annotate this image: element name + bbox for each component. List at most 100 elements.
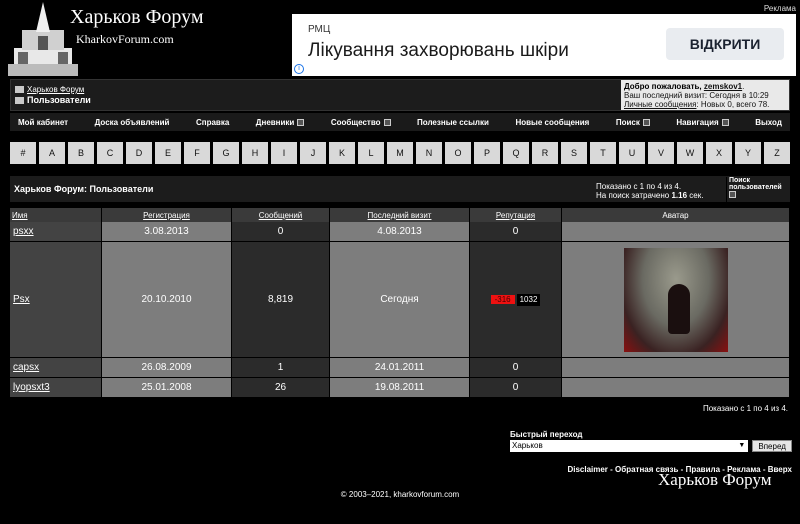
letter-link[interactable]: S <box>561 142 587 164</box>
letter-link[interactable]: X <box>706 142 732 164</box>
menu-community[interactable]: Сообщество <box>331 118 391 127</box>
ad-corner-label: Реклама <box>763 4 796 13</box>
ad-banner[interactable]: РМЦ Лікування захворювань шкіри ВІДКРИТИ… <box>292 14 796 76</box>
letter-link[interactable]: N <box>416 142 442 164</box>
page-title: Харьков Форум: Пользователи <box>14 184 154 194</box>
quick-jump-selected: Харьков <box>512 441 543 450</box>
pm-stats: : Новых 0, всего 78. <box>696 100 770 109</box>
ad-title[interactable]: Лікування захворювань шкіри <box>308 40 569 62</box>
private-messages-link[interactable]: Личные сообщения <box>624 100 696 109</box>
username-link[interactable]: zemskov1 <box>704 82 742 91</box>
menu-navigation[interactable]: Навигация <box>676 118 729 127</box>
reputation: 0 <box>470 222 562 242</box>
results-info: Показано с 1 по 4 из 4. На поиск затраче… <box>596 182 703 200</box>
folder-open-icon <box>15 96 24 104</box>
results-count-bottom: Показано с 1 по 4 из 4. <box>702 404 788 413</box>
breadcrumb: Харьков Форум Пользователи <box>15 85 91 105</box>
quick-jump-go-button[interactable]: Вперед <box>752 440 792 452</box>
menu-new-posts[interactable]: Новые сообщения <box>515 118 589 127</box>
letter-link[interactable]: Z <box>764 142 790 164</box>
header-last-visit[interactable]: Последний визит <box>330 208 470 222</box>
menu-classifieds[interactable]: Доска объявлений <box>95 118 170 127</box>
search-time-prefix: На поиск затрачено <box>596 191 672 200</box>
member-name-link[interactable]: psxx <box>10 222 102 242</box>
letter-link[interactable]: L <box>358 142 384 164</box>
search-time-suffix: сек. <box>687 191 704 200</box>
dropdown-icon <box>297 118 305 126</box>
letter-link[interactable]: C <box>97 142 123 164</box>
letter-link[interactable]: Y <box>735 142 761 164</box>
menu-diaries[interactable]: Дневники <box>256 118 305 127</box>
last-visit: 4.08.2013 <box>330 222 470 242</box>
member-name-link[interactable]: lyopsxt3 <box>10 378 102 398</box>
letter-link[interactable]: W <box>677 142 703 164</box>
letter-link[interactable]: G <box>213 142 239 164</box>
member-name-link[interactable]: capsx <box>10 358 102 378</box>
reputation: 0 <box>470 378 562 398</box>
search-users-button[interactable]: Поиск пользователей <box>726 177 790 203</box>
letter-link[interactable]: E <box>155 142 181 164</box>
menu-label: Поиск <box>615 117 640 127</box>
letter-link[interactable]: R <box>532 142 558 164</box>
menu-label: Дневники <box>255 117 295 127</box>
menu-my-cabinet[interactable]: Мой кабинет <box>18 118 68 127</box>
avatar-cell <box>562 222 790 242</box>
menu-search[interactable]: Поиск <box>616 118 650 127</box>
header-posts[interactable]: Сообщений <box>232 208 330 222</box>
letter-link[interactable]: K <box>329 142 355 164</box>
avatar-figure <box>667 283 690 334</box>
letter-link[interactable]: B <box>68 142 94 164</box>
letter-link[interactable]: J <box>300 142 326 164</box>
letter-link[interactable]: H <box>242 142 268 164</box>
letter-link[interactable]: Q <box>503 142 529 164</box>
letter-link[interactable]: D <box>126 142 152 164</box>
letter-link[interactable]: U <box>619 142 645 164</box>
registered-date: 25.01.2008 <box>102 378 232 398</box>
menu-logout[interactable]: Выход <box>755 118 782 127</box>
last-visit: Сегодня <box>330 242 470 358</box>
header-name[interactable]: Имя <box>10 208 102 222</box>
header-registered[interactable]: Регистрация <box>102 208 232 222</box>
table-row: capsx 26.08.2009 1 24.01.2011 0 <box>10 358 790 378</box>
post-count: 8,819 <box>232 242 330 358</box>
member-name-link[interactable]: Psx <box>10 242 102 358</box>
site-logo[interactable]: Харьков Форум KharkovForum.com <box>8 2 268 76</box>
menu-label: Справка <box>195 117 230 127</box>
copyright: © 2003–2021, kharkovforum.com <box>340 490 460 499</box>
table-header-row: Имя Регистрация Сообщений Последний визи… <box>10 208 790 222</box>
dropdown-icon <box>383 118 391 126</box>
letter-link[interactable]: F <box>184 142 210 164</box>
letter-link[interactable]: V <box>648 142 674 164</box>
letter-link[interactable]: T <box>590 142 616 164</box>
quick-jump-label: Быстрый переход <box>510 430 583 439</box>
search-time-value: 1.16 <box>671 191 688 200</box>
menu-useful-links[interactable]: Полезные ссылки <box>417 118 489 127</box>
avatar[interactable] <box>623 247 728 352</box>
header-avatar: Аватар <box>562 208 790 222</box>
ad-open-button[interactable]: ВІДКРИТИ <box>666 28 784 60</box>
post-count: 1 <box>232 358 330 378</box>
footer-link-disclaimer[interactable]: Disclaimer <box>567 465 607 474</box>
quick-jump-select[interactable]: Харьков ▼ <box>510 440 749 452</box>
letter-link[interactable]: P <box>474 142 500 164</box>
footer-separator: - <box>607 465 616 474</box>
dropdown-icon <box>721 118 729 126</box>
monument-icon <box>8 2 78 76</box>
letter-link[interactable]: M <box>387 142 413 164</box>
menu-label: Выход <box>755 117 782 127</box>
letter-link[interactable]: O <box>445 142 471 164</box>
members-title-bar: Харьков Форум: Пользователи Показано с 1… <box>10 176 790 203</box>
avatar-cell <box>562 378 790 398</box>
menu-label: Доска объявлений <box>94 117 170 127</box>
letter-link[interactable]: A <box>39 142 65 164</box>
search-users-label: Поиск пользователей <box>729 177 782 191</box>
letter-link[interactable]: I <box>271 142 297 164</box>
menu-help[interactable]: Справка <box>196 118 229 127</box>
ad-info-icon[interactable]: i <box>294 64 304 74</box>
dropdown-icon <box>642 118 650 126</box>
breadcrumb-forum-link[interactable]: Харьков Форум <box>27 85 84 94</box>
reputation: 1032 <box>516 293 541 306</box>
letter-link[interactable]: # <box>10 142 36 164</box>
main-menu: Мой кабинет Доска объявлений Справка Дне… <box>10 113 790 131</box>
header-reputation[interactable]: Репутация <box>470 208 562 222</box>
